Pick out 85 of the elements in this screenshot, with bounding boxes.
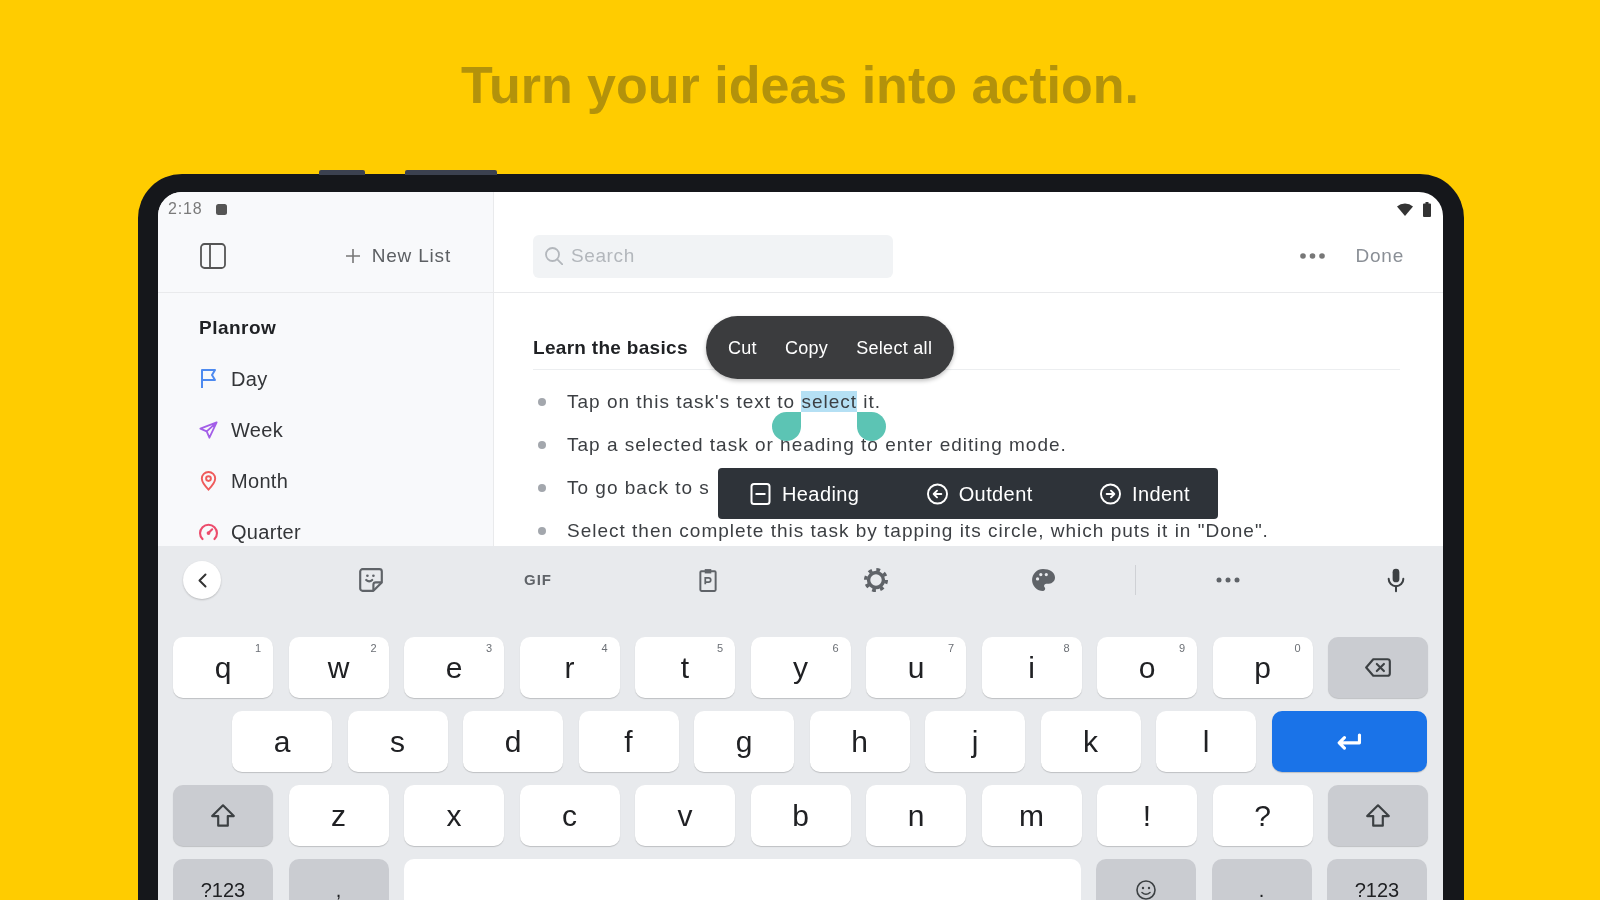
keyboard-key[interactable]: a	[232, 711, 332, 772]
shift-arrow-icon	[211, 804, 235, 827]
frame-ridge	[319, 170, 365, 175]
task-text[interactable]: Tap a selected task or heading to enter editing mode.	[567, 433, 1067, 456]
circle-arrow-left-icon	[926, 482, 948, 505]
symbol-key[interactable]: ,	[288, 859, 389, 900]
keyboard-key[interactable]: m	[981, 785, 1082, 846]
backspace-icon	[1365, 658, 1391, 677]
wifi-icon	[1397, 202, 1413, 216]
task-text[interactable]: Select then complete this task by tapping its circle, which puts it in "Done".	[567, 519, 1269, 542]
task-text[interactable]: To go back to s	[567, 476, 710, 499]
sidebar-item[interactable]: Month	[199, 467, 289, 495]
clipboard-icon[interactable]	[696, 568, 720, 592]
keyboard-key[interactable]: g	[694, 711, 794, 772]
keyboard-key[interactable]: c	[519, 785, 620, 846]
context-menu-item[interactable]: Copy	[784, 336, 829, 359]
format-option[interactable]: Heading	[750, 482, 860, 505]
context-menu-item[interactable]: Select all	[856, 336, 933, 359]
symbol-key[interactable]: ?123	[173, 859, 273, 900]
keyboard-key[interactable]: w 2	[288, 637, 389, 698]
keyboard-key[interactable]: z	[288, 785, 389, 846]
bullet-icon	[538, 397, 546, 406]
keyboard-key[interactable]: b	[750, 785, 851, 846]
bullet-icon	[538, 483, 546, 492]
keyboard-key[interactable]: o 9	[1097, 637, 1197, 698]
shift-key[interactable]	[1328, 785, 1428, 846]
more-icon[interactable]	[1216, 577, 1240, 583]
context-menu-item[interactable]: Cut	[728, 336, 757, 359]
keyboard-key[interactable]: i 8	[981, 637, 1082, 698]
sidebar-item[interactable]: Day	[199, 365, 268, 393]
keyboard-key[interactable]: k	[1040, 711, 1141, 772]
smiley-icon	[1136, 880, 1156, 900]
circle-arrow-right-icon	[1099, 482, 1121, 505]
keyboard-key[interactable]: ?	[1212, 785, 1313, 846]
task-text[interactable]: Tap on this task's text to select it.	[567, 390, 882, 413]
keyboard-key[interactable]: d	[463, 711, 563, 772]
section-title: Planrow	[199, 316, 277, 340]
keyboard-key[interactable]: h	[809, 711, 910, 772]
keyboard-key[interactable]: y 6	[750, 637, 851, 698]
keyboard-key[interactable]: l	[1156, 711, 1256, 772]
search-icon	[545, 247, 563, 265]
more-icon[interactable]	[1300, 253, 1326, 259]
headline: Turn your ideas into action.	[461, 55, 1139, 115]
format-option[interactable]: Outdent	[926, 482, 1033, 505]
plus-icon	[345, 249, 360, 263]
keyboard-key[interactable]: p 0	[1212, 637, 1313, 698]
sidebar-item[interactable]: Quarter	[199, 518, 301, 546]
keyboard-key[interactable]: s	[347, 711, 448, 772]
list-heading[interactable]: Learn the basics	[533, 336, 688, 360]
keyboard-key[interactable]: n	[866, 785, 966, 846]
format-option[interactable]: Indent	[1099, 482, 1190, 505]
return-arrow-icon	[1336, 733, 1363, 750]
bullet-icon	[538, 440, 546, 449]
status-time: 2:18	[168, 200, 203, 218]
search-field[interactable]: Search	[533, 234, 893, 278]
backspace-key[interactable]	[1328, 637, 1428, 698]
enter-key[interactable]	[1271, 711, 1427, 772]
keyboard-key[interactable]: r 4	[519, 637, 620, 698]
bullet-icon	[538, 526, 546, 535]
keyboard-key[interactable]: e 3	[404, 637, 504, 698]
keyboard-key[interactable]: t 5	[635, 637, 735, 698]
palette-icon[interactable]	[1031, 568, 1055, 592]
battery-icon	[1423, 201, 1431, 217]
keyboard-key[interactable]: q 1	[173, 637, 273, 698]
new-list-link[interactable]: New List	[345, 245, 451, 267]
keyboard-key[interactable]: j	[925, 711, 1025, 772]
symbol-key[interactable]: ?123	[1327, 859, 1427, 900]
selection-handle-icon[interactable]	[857, 411, 887, 441]
shift-key[interactable]	[173, 785, 273, 846]
keyboard-key[interactable]: f	[578, 711, 679, 772]
gif-key[interactable]: GIF	[524, 571, 552, 589]
keyboard-key[interactable]: !	[1097, 785, 1197, 846]
keyboard-key[interactable]: v	[635, 785, 735, 846]
emoji-key[interactable]	[1096, 859, 1196, 900]
microphone-icon[interactable]	[1387, 567, 1405, 593]
collapse-button[interactable]	[183, 561, 221, 599]
shift-arrow-icon	[1366, 804, 1390, 827]
sidebar-item[interactable]: Week	[199, 416, 283, 444]
keyboard-key[interactable]: x	[404, 785, 504, 846]
chevron-left-icon	[197, 572, 207, 588]
notification-icon	[216, 203, 228, 215]
symbol-key[interactable]: .	[1211, 859, 1312, 900]
keyboard-key[interactable]: u 7	[866, 637, 966, 698]
sidebar-toggle-icon[interactable]	[200, 243, 226, 269]
settings-icon[interactable]	[864, 568, 888, 592]
